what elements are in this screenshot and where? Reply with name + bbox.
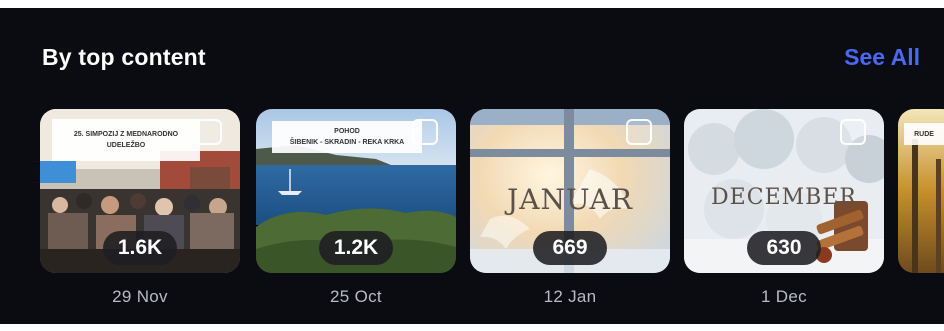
card-5-thumbnail: RUDE: [898, 109, 944, 273]
see-all-link[interactable]: See All: [844, 44, 920, 71]
content-card-4[interactable]: DECEMBER 630: [684, 109, 884, 273]
content-card-2[interactable]: POHOD ŠIBENIK - SKRADIN - REKA KRKA 1.2K: [256, 109, 456, 273]
select-checkbox-icon[interactable]: [196, 119, 222, 145]
card-1-count: 1.6K: [103, 231, 177, 265]
card-1-caption: 25. SIMPOZIJ Z MEDNARODNO UDELEŽBO: [52, 119, 200, 161]
card-3-date: 12 Jan: [543, 287, 597, 306]
section-title: By top content: [42, 44, 206, 70]
card-3-overlay-word: JANUAR: [507, 183, 633, 216]
card-4-date: 1 Dec: [761, 287, 807, 306]
select-checkbox-icon[interactable]: [626, 119, 652, 145]
card-2-count: 1.2K: [319, 231, 393, 265]
top-content-panel: By top content See All 25. SIMPOZIJ Z ME…: [0, 8, 944, 324]
card-4-count: 630: [747, 231, 821, 265]
card-1-date: 29 Nov: [112, 287, 168, 306]
content-carousel[interactable]: 25. SIMPOZIJ Z MEDNARODNO UDELEŽBO 1.6K …: [40, 109, 944, 309]
content-card-1[interactable]: 25. SIMPOZIJ Z MEDNARODNO UDELEŽBO 1.6K: [40, 109, 240, 273]
card-2-date: 25 Oct: [330, 287, 382, 306]
card-2-caption: POHOD ŠIBENIK - SKRADIN - REKA KRKA: [272, 121, 422, 153]
card-4-overlay-word: DECEMBER: [711, 185, 857, 210]
select-checkbox-icon[interactable]: [840, 119, 866, 145]
content-card-3[interactable]: JANUAR 669: [470, 109, 670, 273]
card-5-caption: RUDE: [904, 123, 944, 145]
card-3-count: 669: [533, 231, 607, 265]
content-card-5[interactable]: RUDE: [898, 109, 944, 273]
select-checkbox-icon[interactable]: [412, 119, 438, 145]
